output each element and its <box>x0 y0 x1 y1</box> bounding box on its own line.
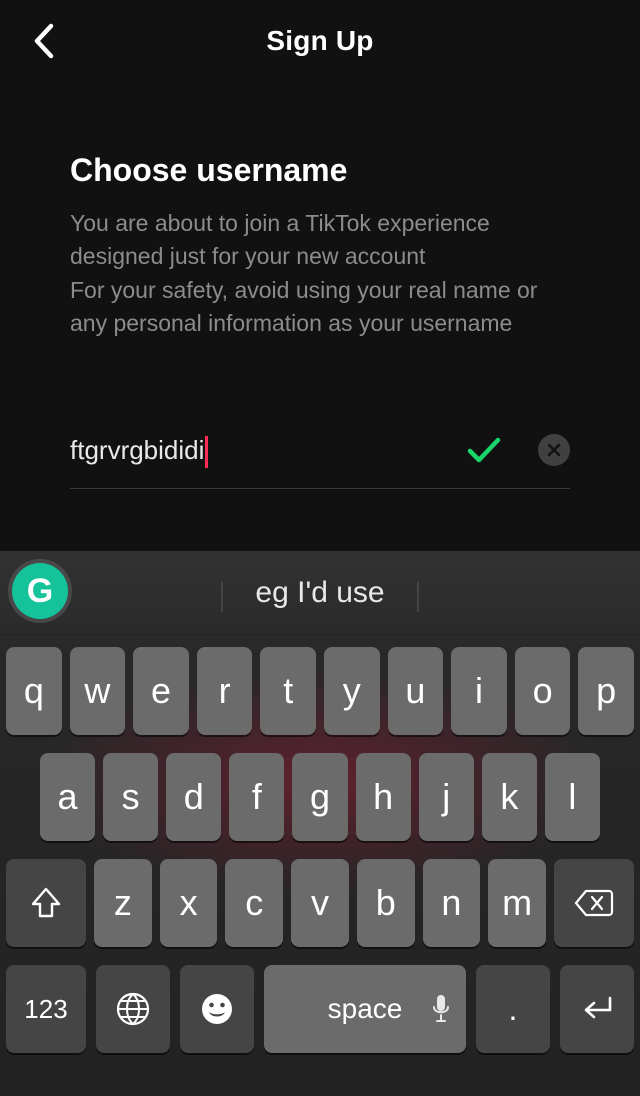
key-u[interactable]: u <box>388 647 444 735</box>
return-icon <box>580 994 614 1024</box>
key-t[interactable]: t <box>260 647 316 735</box>
username-input[interactable]: ftgrvrgbididi <box>70 434 452 466</box>
subheading: You are about to join a TikTok experienc… <box>70 207 570 340</box>
key-k[interactable]: k <box>482 753 537 841</box>
key-i[interactable]: i <box>451 647 507 735</box>
key-space[interactable]: space <box>264 965 466 1053</box>
username-value: ftgrvrgbididi <box>70 435 204 466</box>
close-icon <box>547 443 561 457</box>
row2-spacer-right <box>608 753 634 841</box>
globe-icon <box>115 991 151 1027</box>
key-numbers[interactable]: 123 <box>6 965 86 1053</box>
keyboard-row-1: q w e r t y u i o p <box>6 647 634 735</box>
space-label: space <box>328 993 403 1025</box>
key-p[interactable]: p <box>578 647 634 735</box>
grammarly-label: G <box>27 572 53 611</box>
key-e[interactable]: e <box>133 647 189 735</box>
keyboard-rows: q w e r t y u i o p a s d f g h j k <box>0 635 640 1096</box>
suggestion-text[interactable]: eg I'd use <box>221 576 418 610</box>
key-h[interactable]: h <box>356 753 411 841</box>
key-n[interactable]: n <box>423 859 481 947</box>
back-button[interactable] <box>20 18 66 64</box>
key-shift[interactable] <box>6 859 86 947</box>
navbar: Sign Up <box>0 0 640 82</box>
key-v[interactable]: v <box>291 859 349 947</box>
key-x[interactable]: x <box>160 859 218 947</box>
soft-keyboard: G eg I'd use q w e r t y u i o p a s d <box>0 551 640 1096</box>
backspace-icon <box>574 888 614 918</box>
key-w[interactable]: w <box>70 647 126 735</box>
key-z[interactable]: z <box>94 859 152 947</box>
content: Choose username You are about to join a … <box>0 82 640 489</box>
key-l[interactable]: l <box>545 753 600 841</box>
page-title: Sign Up <box>266 25 373 57</box>
key-y[interactable]: y <box>324 647 380 735</box>
keyboard-row-2: a s d f g h j k l <box>6 753 634 841</box>
keyboard-row-bottom: 123 space <box>6 965 634 1053</box>
key-period[interactable]: . <box>476 965 550 1053</box>
heading: Choose username <box>70 152 570 189</box>
username-field-row: ftgrvrgbididi <box>70 430 570 489</box>
suggestion-bar: G eg I'd use <box>0 551 640 635</box>
clear-input-button[interactable] <box>538 434 570 466</box>
key-r[interactable]: r <box>197 647 253 735</box>
key-s[interactable]: s <box>103 753 158 841</box>
grammarly-button[interactable]: G <box>12 563 68 619</box>
valid-check-icon <box>464 430 504 470</box>
key-globe[interactable] <box>96 965 170 1053</box>
key-g[interactable]: g <box>292 753 347 841</box>
key-a[interactable]: a <box>40 753 95 841</box>
key-d[interactable]: d <box>166 753 221 841</box>
key-return[interactable] <box>560 965 634 1053</box>
key-emoji[interactable] <box>180 965 254 1053</box>
emoji-icon <box>199 991 235 1027</box>
key-b[interactable]: b <box>357 859 415 947</box>
shift-icon <box>30 886 62 920</box>
key-m[interactable]: m <box>488 859 546 947</box>
chevron-left-icon <box>31 22 55 60</box>
text-caret <box>205 436 208 468</box>
key-o[interactable]: o <box>515 647 571 735</box>
key-j[interactable]: j <box>419 753 474 841</box>
key-backspace[interactable] <box>554 859 634 947</box>
row2-spacer-left <box>6 753 32 841</box>
microphone-icon <box>430 994 452 1024</box>
key-c[interactable]: c <box>225 859 283 947</box>
key-f[interactable]: f <box>229 753 284 841</box>
key-q[interactable]: q <box>6 647 62 735</box>
keyboard-row-3: z x c v b n m <box>6 859 634 947</box>
